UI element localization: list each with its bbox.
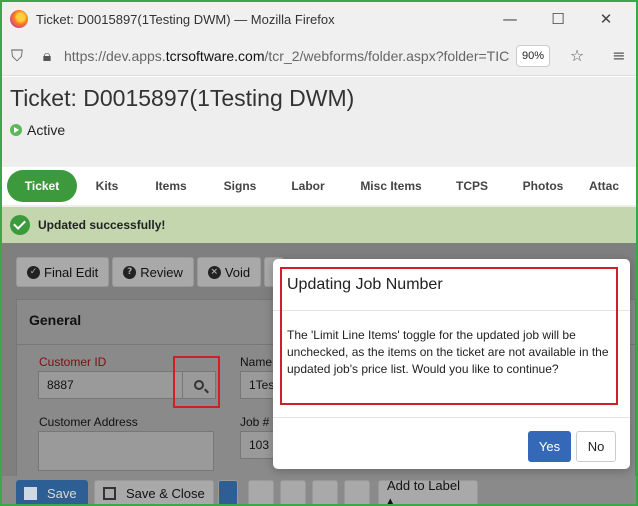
job-label: Job #	[240, 415, 270, 429]
hamburger-menu-icon[interactable]: ≡	[604, 46, 634, 65]
save-close-label: Save & Close	[126, 485, 205, 501]
no-button[interactable]: No	[576, 431, 616, 462]
save-button[interactable]: Save	[16, 480, 88, 504]
customer-id-field[interactable]: 8887	[38, 371, 184, 399]
window-controls: — ☐ ✕	[486, 2, 630, 36]
tab-signs[interactable]: Signs	[205, 179, 275, 193]
url-input[interactable]: https://dev.apps.tcrsoftware.com/tcr_2/w…	[64, 48, 512, 64]
tab-misc-items[interactable]: Misc Items	[341, 179, 441, 193]
floppy-disk-icon	[24, 486, 37, 500]
save-close-button[interactable]: Save & Close	[94, 480, 214, 504]
highlight-box-modal	[280, 267, 618, 405]
browser-window: Ticket: D0015897(1Testing DWM) — Mozilla…	[0, 0, 638, 506]
play-status-icon	[10, 124, 22, 136]
highlight-box-lookup	[173, 356, 220, 408]
maximize-icon[interactable]: ☐	[534, 10, 582, 28]
window-title: Ticket: D0015897(1Testing DWM) — Mozilla…	[36, 11, 335, 27]
url-suffix: /tcr_2/webforms/folder.aspx?folder=TIC	[264, 47, 510, 64]
tab-photos[interactable]: Photos	[503, 179, 583, 193]
alarm-button[interactable]	[344, 480, 370, 504]
final-edit-label: Final Edit	[44, 264, 99, 280]
check-icon	[10, 215, 30, 235]
question-icon: ?	[123, 265, 137, 279]
tab-ticket[interactable]: Ticket	[7, 170, 77, 202]
close-box-icon	[103, 486, 116, 500]
refresh-button[interactable]	[248, 480, 274, 504]
x-circle-icon: ×	[207, 265, 221, 279]
tab-attachments[interactable]: Attac	[583, 179, 631, 193]
tab-bar: Ticket Kits Items Signs Labor Misc Items…	[2, 167, 636, 205]
updating-job-modal: Updating Job Number The 'Limit Line Item…	[273, 259, 630, 469]
success-message: Updated successfully!	[38, 218, 166, 232]
review-button[interactable]: ? Review	[112, 257, 194, 287]
general-title: General	[29, 312, 82, 328]
tab-labor[interactable]: Labor	[275, 179, 341, 193]
add-to-label-button[interactable]: Add to Label ▴	[378, 478, 478, 504]
tab-tcps[interactable]: TCPS	[441, 179, 503, 193]
minimize-icon[interactable]: —	[486, 10, 534, 28]
final-edit-button[interactable]: ✓ Final Edit	[16, 257, 110, 287]
name-label: Name	[240, 355, 273, 369]
check-icon: ✓	[27, 265, 40, 279]
void-button[interactable]: × Void	[196, 257, 262, 287]
yes-button[interactable]: Yes	[528, 431, 571, 462]
status-indicator: Active	[10, 122, 65, 138]
window-titlebar: Ticket: D0015897(1Testing DWM) — Mozilla…	[2, 2, 636, 36]
customer-address-field[interactable]	[38, 431, 214, 471]
url-prefix: https://dev.apps.	[64, 47, 166, 64]
add-button[interactable]	[218, 480, 238, 504]
void-label: Void	[224, 264, 251, 280]
action-toolbar: ✓ Final Edit ? Review × Void	[16, 257, 287, 287]
customer-id-label: Customer ID	[39, 355, 107, 369]
close-icon[interactable]: ✕	[582, 10, 630, 28]
shield-icon[interactable]: ⛉	[2, 46, 32, 66]
star-icon[interactable]: ☆	[562, 46, 592, 65]
print-button[interactable]	[312, 480, 338, 504]
success-alert: Updated successfully!	[2, 207, 636, 243]
status-label: Active	[27, 122, 66, 138]
tab-kits[interactable]: Kits	[77, 179, 137, 193]
customer-address-label: Customer Address	[39, 415, 138, 429]
lock-icon[interactable]: 🔒︎	[32, 46, 62, 66]
url-domain: tcrsoftware.com	[165, 47, 265, 64]
zoom-level-badge[interactable]: 90%	[516, 44, 550, 67]
page-title: Ticket: D0015897(1Testing DWM)	[10, 85, 355, 111]
firefox-logo-icon	[10, 10, 28, 28]
tab-items[interactable]: Items	[137, 179, 205, 193]
delete-button[interactable]	[280, 480, 306, 504]
save-label: Save	[47, 485, 77, 501]
review-label: Review	[140, 264, 183, 280]
url-bar: ⛉ 🔒︎ https://dev.apps.tcrsoftware.com/tc…	[2, 36, 636, 76]
